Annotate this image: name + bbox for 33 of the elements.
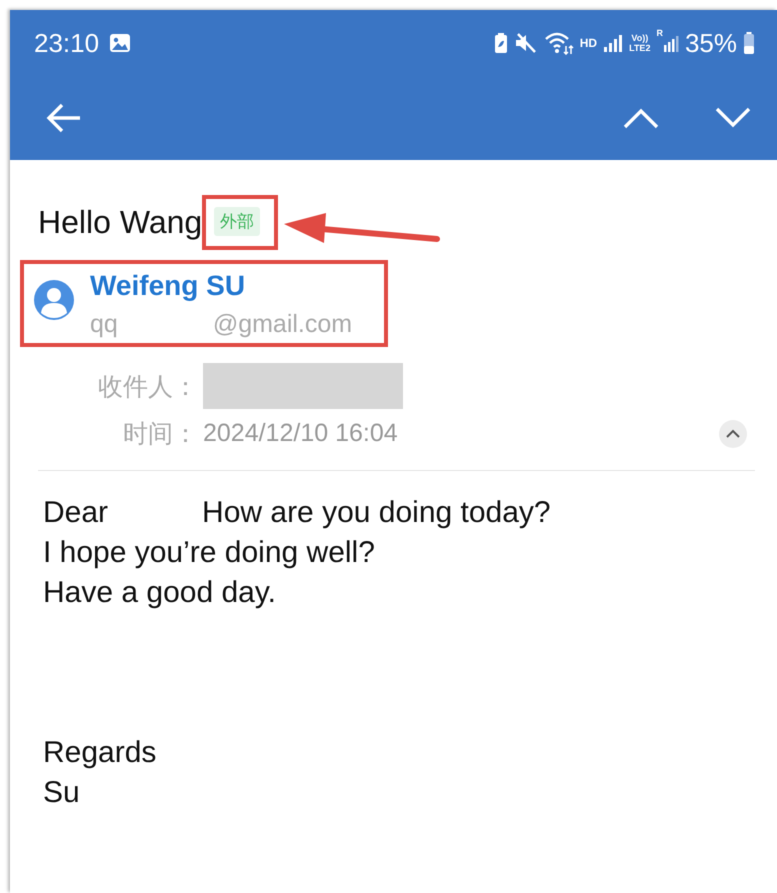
battery-saver-icon: [494, 32, 508, 54]
network-label: LTE2: [629, 43, 650, 53]
body-text: How are you doing today?: [202, 496, 551, 530]
time-label: 时间：: [122, 419, 198, 450]
body-text: Dear: [43, 496, 108, 530]
chevron-down-icon: [715, 107, 751, 129]
clock-time: 23:10: [34, 28, 100, 58]
body-text: Have a good day.: [43, 576, 276, 610]
network-label: Vo)): [631, 33, 648, 43]
image-icon: [109, 33, 132, 53]
back-arrow-icon: [46, 102, 82, 134]
sender-address: qq: [90, 310, 118, 339]
chevron-up-icon: [623, 107, 659, 129]
email-subject: Hello Wang: [38, 204, 202, 241]
recipient-label: 收件人：: [97, 372, 198, 402]
sent-time: 2024/12/10 16:04: [203, 419, 398, 448]
body-text: Regards: [43, 736, 156, 770]
collapse-button[interactable]: [719, 420, 747, 448]
roaming-label: R: [656, 28, 663, 38]
external-tag: 外部: [214, 207, 260, 236]
avatar-icon: [34, 280, 74, 320]
chevron-icon: [726, 429, 740, 438]
signal-icon: [662, 33, 679, 53]
signal-icon: [603, 33, 624, 53]
sender-address: @gmail.com: [212, 310, 352, 339]
battery-icon: [743, 31, 755, 55]
mute-icon: [514, 32, 538, 54]
body-text: I hope you’re doing well?: [43, 536, 375, 570]
sender-name[interactable]: Weifeng SU: [90, 270, 352, 302]
wifi-icon: [544, 31, 574, 55]
network-label: HD: [580, 36, 598, 50]
body-text: Su: [43, 776, 80, 810]
battery-percent: 35%: [684, 28, 737, 58]
